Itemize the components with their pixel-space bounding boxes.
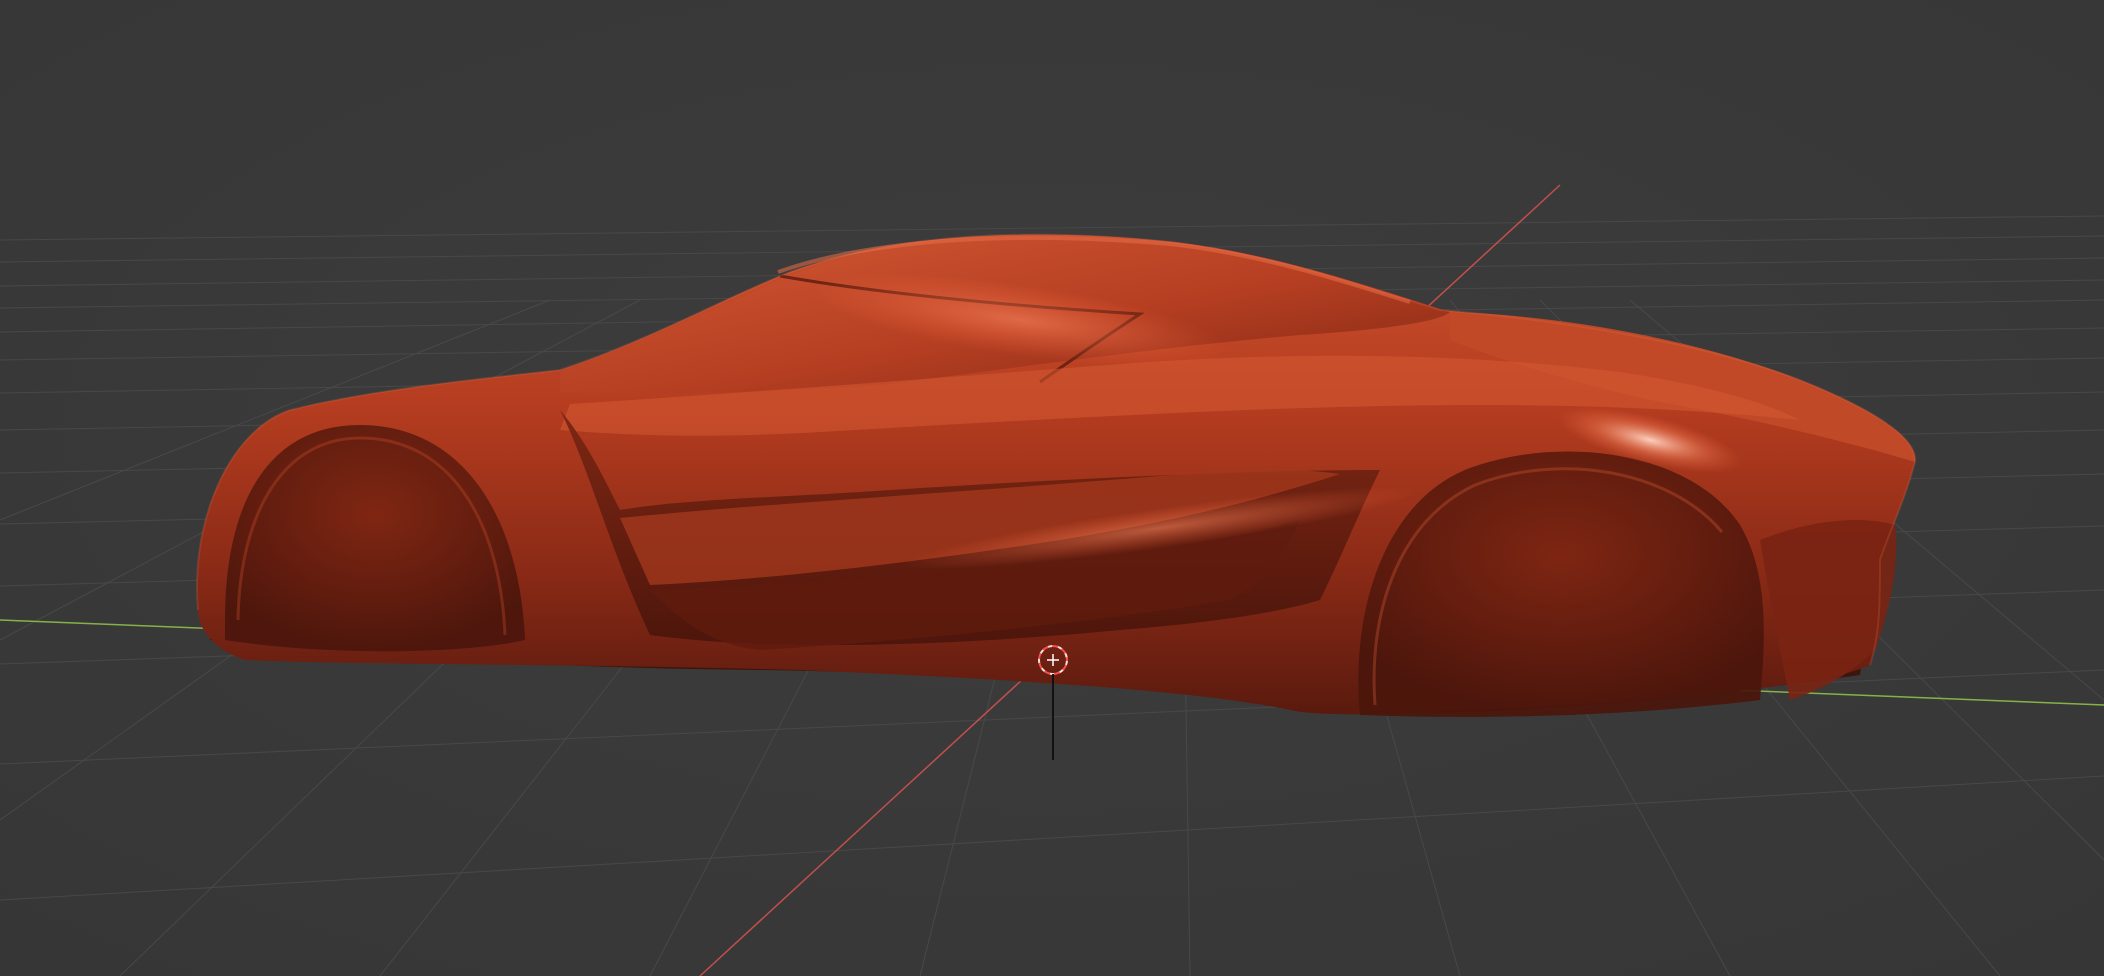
viewport-canvas[interactable] [0,0,2104,976]
3d-viewport[interactable] [0,0,2104,976]
